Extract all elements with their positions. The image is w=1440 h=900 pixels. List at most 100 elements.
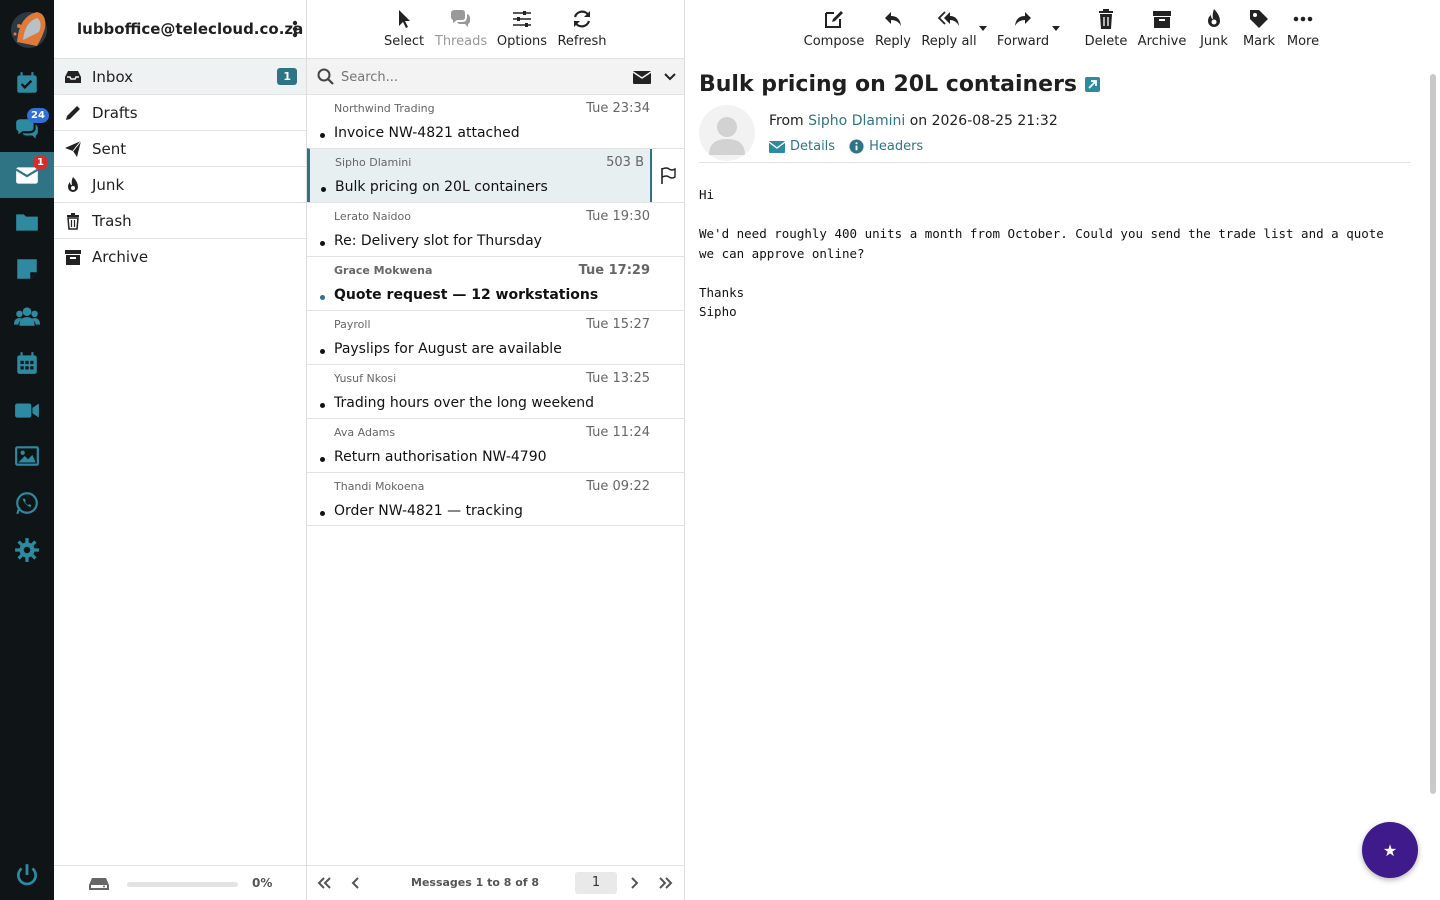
- folder-label: Drafts: [92, 103, 138, 122]
- search-icon: [317, 68, 334, 85]
- message-subject: Order NW-4821 — tracking: [334, 503, 523, 519]
- message-sender: Thandi Mokoena: [334, 480, 425, 493]
- select-label: Select: [383, 34, 425, 49]
- message-row-selected[interactable]: Sipho Dlamini 503 B Bulk pricing on 20L …: [307, 148, 684, 202]
- trash-icon: [64, 212, 82, 230]
- rail-video-button[interactable]: [0, 387, 54, 433]
- message-body: Hi We'd need roughly 400 units a month f…: [699, 187, 1384, 319]
- quota-percent: 0%: [252, 876, 273, 890]
- last-page-icon[interactable]: [657, 875, 675, 891]
- rail-files-button[interactable]: [0, 199, 54, 245]
- sender-link[interactable]: Sipho Dlamini: [808, 113, 905, 129]
- threads-button[interactable]: Threads: [433, 0, 489, 58]
- forward-button[interactable]: Forward: [997, 0, 1049, 58]
- kebab-menu-icon[interactable]: [292, 20, 298, 38]
- fire-icon: [64, 176, 82, 194]
- ellipsis-icon: [1293, 16, 1313, 22]
- junk-button[interactable]: Junk: [1195, 0, 1233, 58]
- rail-contacts-button[interactable]: [0, 293, 54, 339]
- message-list-pane: Select Threads Options Refresh Northwind…: [307, 0, 685, 900]
- scrollbar[interactable]: [1429, 62, 1437, 892]
- reply-button[interactable]: Reply: [873, 0, 913, 58]
- envelope-filter-icon[interactable]: [632, 69, 652, 85]
- scrollbar-thumb[interactable]: [1430, 74, 1436, 794]
- rail-notes-button[interactable]: [0, 246, 54, 292]
- pagination-bar: Messages 1 to 8 of 8 1: [307, 865, 684, 900]
- message-size: 503 B: [606, 155, 644, 170]
- refresh-label: Refresh: [557, 34, 607, 49]
- folder-label: Junk: [92, 175, 125, 194]
- folder-icon: [16, 214, 38, 231]
- options-button[interactable]: Options: [496, 0, 548, 58]
- folder-label: Archive: [92, 247, 149, 266]
- flag-button[interactable]: [650, 149, 684, 202]
- assistant-fab-button[interactable]: ★: [1362, 822, 1418, 878]
- chevron-down-icon[interactable]: [663, 70, 677, 84]
- archive-box-icon: [1153, 11, 1171, 28]
- status-dot: [320, 349, 325, 354]
- list-toolbar: Select Threads Options Refresh: [307, 0, 684, 58]
- next-page-icon[interactable]: [625, 875, 643, 891]
- message-row[interactable]: Lerato Naidoo Tue 19:30 Re: Delivery slo…: [307, 202, 684, 256]
- app-rail: 24 1: [0, 0, 54, 900]
- reply-all-button[interactable]: Reply all: [921, 0, 977, 58]
- compose-label: Compose: [803, 34, 865, 49]
- previous-page-icon[interactable]: [347, 875, 365, 891]
- rail-tasks-button[interactable]: [0, 60, 54, 106]
- app-logo[interactable]: [7, 6, 49, 52]
- envelope-icon: [769, 140, 785, 153]
- mark-button[interactable]: Mark: [1239, 0, 1279, 58]
- message-sender: Grace Mokwena: [334, 264, 433, 277]
- rail-chat-button[interactable]: 24: [0, 106, 54, 152]
- details-link[interactable]: Details: [769, 139, 835, 154]
- unread-count-badge: 1: [277, 68, 297, 85]
- message-subject: Bulk pricing on 20L containers: [335, 179, 548, 195]
- rail-settings-button[interactable]: [0, 527, 54, 573]
- message-row[interactable]: Payroll Tue 15:27 Payslips for August ar…: [307, 310, 684, 364]
- folder-archive[interactable]: Archive: [54, 238, 306, 274]
- folder-inbox[interactable]: Inbox 1: [54, 58, 306, 94]
- calendar-icon: [17, 352, 37, 374]
- first-page-icon[interactable]: [315, 875, 333, 891]
- rail-logout-button[interactable]: [0, 852, 54, 898]
- message-row[interactable]: Yusuf Nkosi Tue 13:25 Trading hours over…: [307, 364, 684, 418]
- open-external-icon[interactable]: [1085, 77, 1101, 92]
- forward-dropdown-caret[interactable]: [1052, 26, 1060, 31]
- mark-label: Mark: [1242, 34, 1276, 49]
- message-row-unread[interactable]: Grace Mokwena Tue 17:29 Quote request — …: [307, 256, 684, 310]
- folder-trash[interactable]: Trash: [54, 202, 306, 238]
- account-header: lubboffice@telecloud.co.za: [54, 0, 306, 58]
- message-sender: Yusuf Nkosi: [334, 372, 397, 385]
- more-button[interactable]: More: [1283, 0, 1323, 58]
- message-subject: Return authorisation NW-4790: [334, 449, 547, 465]
- refresh-button[interactable]: Refresh: [557, 0, 607, 58]
- message-row[interactable]: Thandi Mokoena Tue 09:22 Order NW-4821 —…: [307, 472, 684, 526]
- message-date: Tue 09:22: [586, 479, 650, 494]
- message-date: Tue 11:24: [586, 425, 650, 440]
- reply-all-dropdown-caret[interactable]: [979, 26, 987, 31]
- headers-link[interactable]: Headers: [849, 139, 923, 154]
- archive-button[interactable]: Archive: [1135, 0, 1189, 58]
- search-input[interactable]: [341, 66, 591, 88]
- folder-drafts[interactable]: Drafts: [54, 94, 306, 130]
- rail-photos-button[interactable]: [0, 433, 54, 479]
- reply-all-icon: [938, 11, 959, 26]
- folder-label: Sent: [92, 139, 127, 158]
- compose-button[interactable]: Compose: [803, 0, 865, 58]
- comments-icon: [451, 10, 470, 27]
- message-row[interactable]: Ava Adams Tue 11:24 Return authorisation…: [307, 418, 684, 472]
- search-bar: [307, 58, 684, 94]
- details-label: Details: [790, 139, 836, 154]
- delete-button[interactable]: Delete: [1083, 0, 1129, 58]
- paper-plane-icon: [64, 140, 82, 158]
- rail-whatsapp-button[interactable]: [0, 480, 54, 526]
- message-list: Northwind Trading Tue 23:34 Invoice NW-4…: [307, 94, 684, 526]
- message-row[interactable]: Northwind Trading Tue 23:34 Invoice NW-4…: [307, 94, 684, 148]
- page-number-input[interactable]: 1: [575, 872, 617, 894]
- folder-sent[interactable]: Sent: [54, 130, 306, 166]
- folder-junk[interactable]: Junk: [54, 166, 306, 202]
- select-button[interactable]: Select: [384, 0, 424, 58]
- rail-calendar-button[interactable]: [0, 340, 54, 386]
- from-prefix: From: [769, 113, 804, 129]
- rail-mail-button[interactable]: 1: [0, 152, 54, 198]
